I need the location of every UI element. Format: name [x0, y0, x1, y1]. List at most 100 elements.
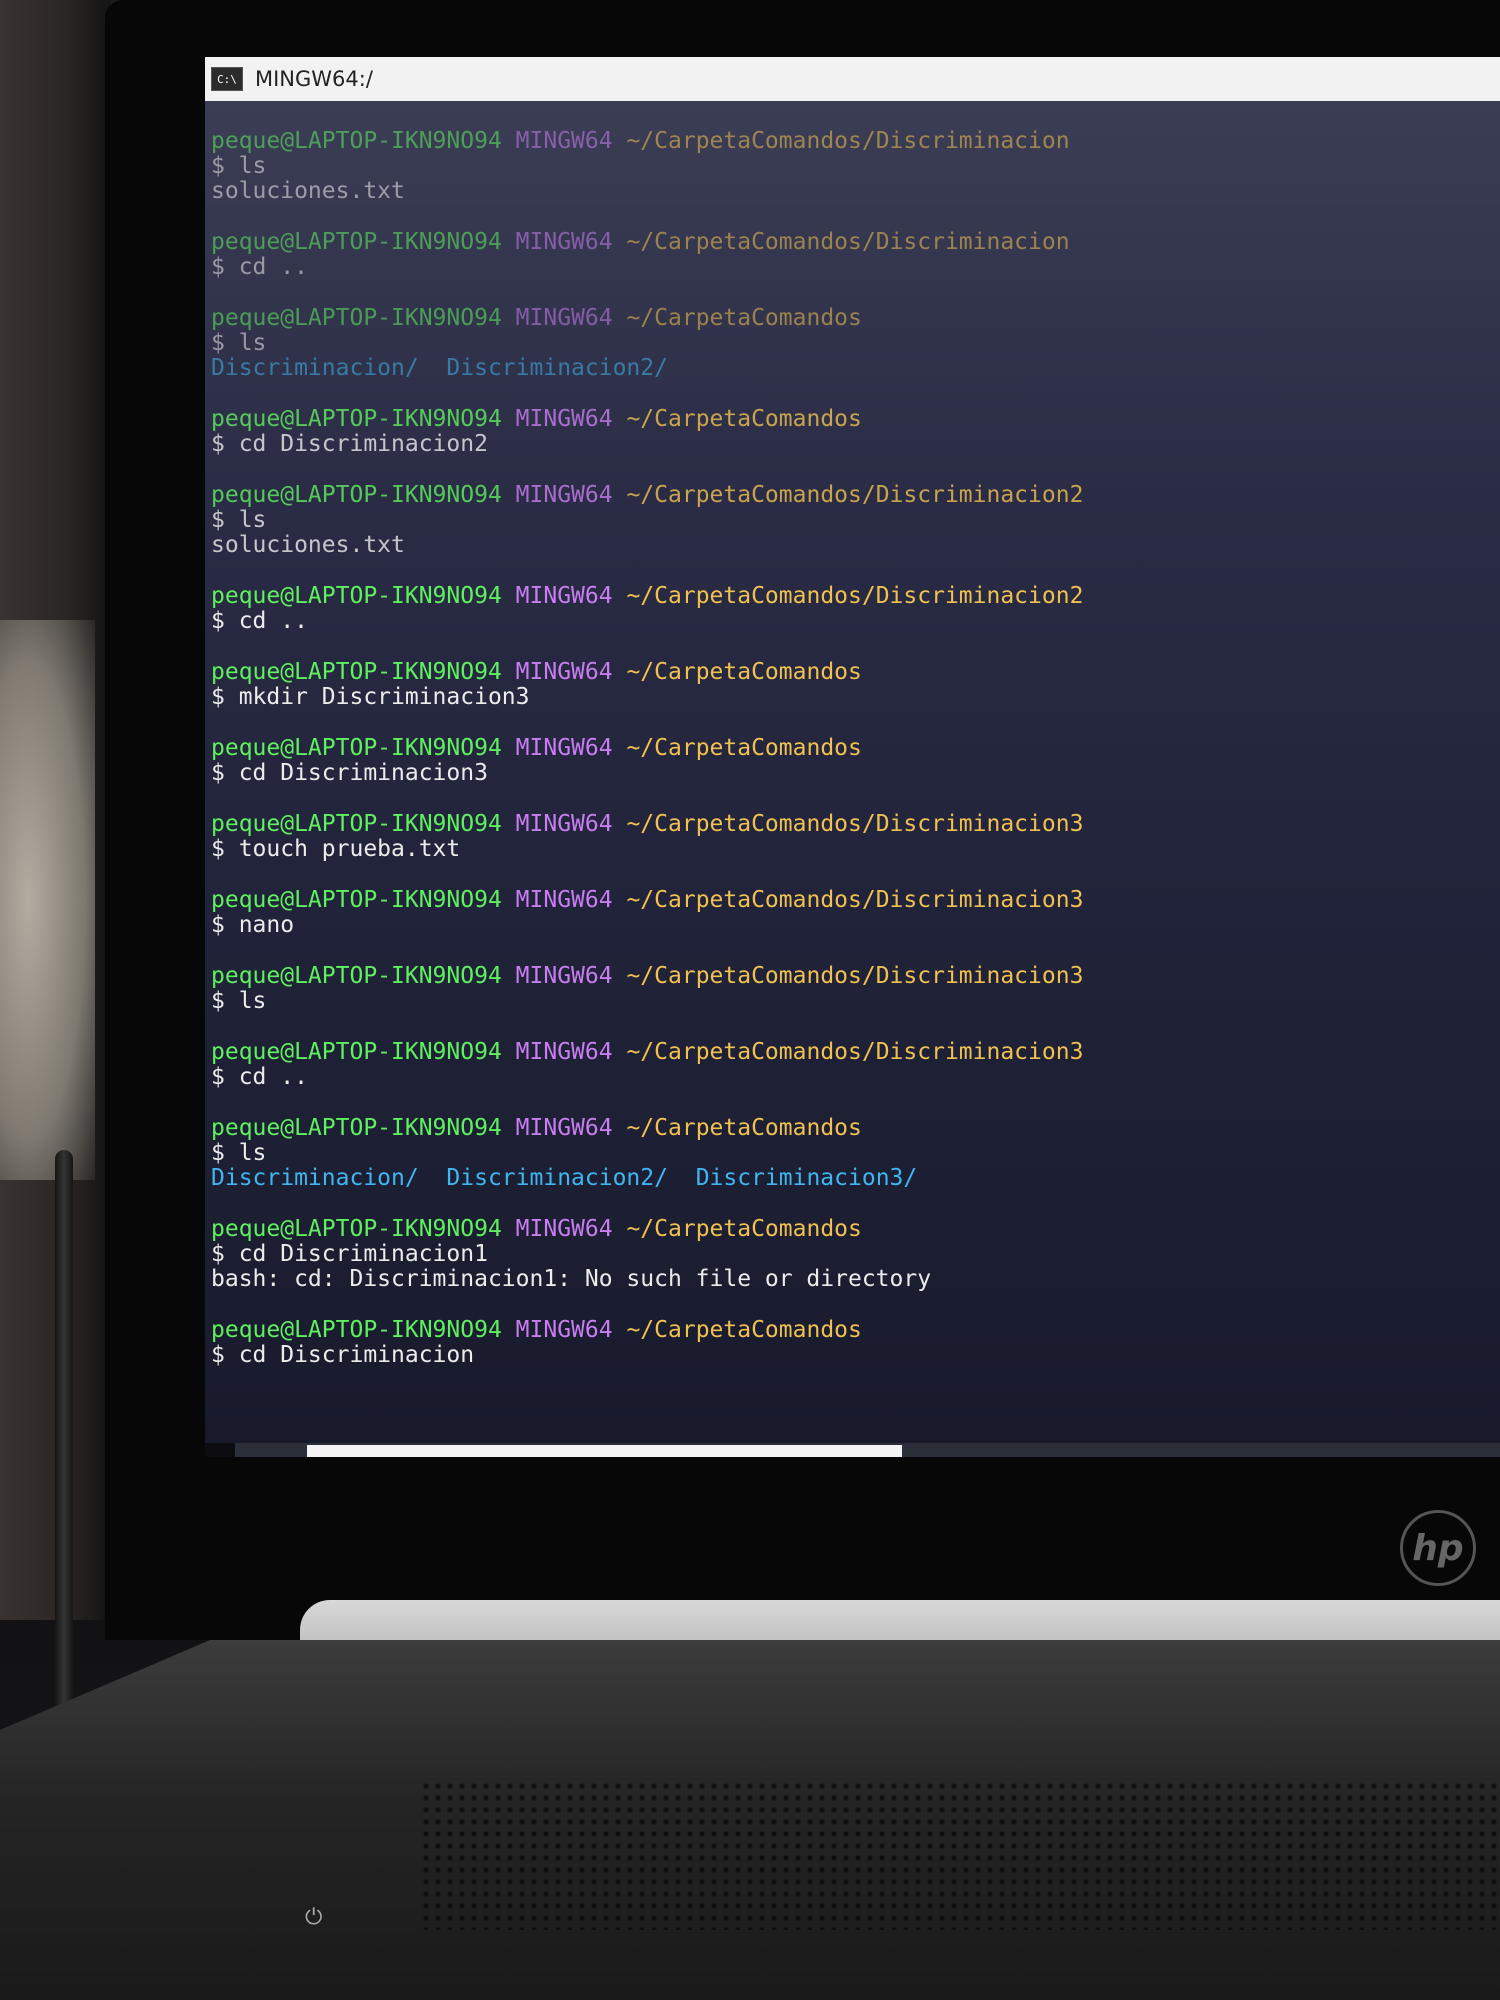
prompt-system: MINGW64: [515, 887, 613, 913]
terminal-command: $ cd ..: [211, 254, 308, 280]
windows-taskbar: ⌕: [235, 1443, 1500, 1457]
taskbar-search-input[interactable]: ⌕: [307, 1445, 902, 1457]
prompt-user: peque@LAPTOP-IKN9NO94: [211, 1039, 502, 1065]
terminal-prompt: peque@LAPTOP-IKN9NO94 MINGW64 ~/CarpetaC…: [211, 1040, 1494, 1065]
file-explorer-button[interactable]: [1256, 1445, 1322, 1457]
terminal-block: peque@LAPTOP-IKN9NO94 MINGW64 ~/CarpetaC…: [211, 230, 1494, 280]
terminal-prompt: peque@LAPTOP-IKN9NO94 MINGW64 ~/CarpetaC…: [211, 964, 1494, 989]
store-button[interactable]: [1088, 1445, 1154, 1457]
start-button[interactable]: [235, 1443, 305, 1457]
prompt-user: peque@LAPTOP-IKN9NO94: [211, 735, 502, 761]
terminal-prompt: peque@LAPTOP-IKN9NO94 MINGW64 ~/CarpetaC…: [211, 483, 1494, 508]
prompt-system: MINGW64: [515, 128, 613, 154]
terminal-command: $ cd Discriminacion2: [211, 431, 488, 457]
terminal-block: peque@LAPTOP-IKN9NO94 MINGW64 ~/CarpetaC…: [211, 660, 1494, 710]
directory-entry: Discriminacion/: [211, 355, 419, 381]
terminal-block: peque@LAPTOP-IKN9NO94 MINGW64 ~/CarpetaC…: [211, 736, 1494, 786]
prompt-path: ~/CarpetaComandos/Discriminacion3: [626, 887, 1084, 913]
prompt-system: MINGW64: [515, 482, 613, 508]
prompt-system: MINGW64: [515, 583, 613, 609]
terminal-command: $ cd ..: [211, 608, 308, 634]
terminal-block: peque@LAPTOP-IKN9NO94 MINGW64 ~/CarpetaC…: [211, 129, 1494, 204]
terminal-block: peque@LAPTOP-IKN9NO94 MINGW64 ~/CarpetaC…: [211, 888, 1494, 938]
prompt-path: ~/CarpetaComandos: [626, 659, 862, 685]
terminal-prompt: peque@LAPTOP-IKN9NO94 MINGW64 ~/CarpetaC…: [211, 1116, 1494, 1141]
window-title: MINGW64:/: [255, 67, 373, 91]
prompt-user: peque@LAPTOP-IKN9NO94: [211, 305, 502, 331]
prompt-path: ~/CarpetaComandos/Discriminacion: [626, 128, 1070, 154]
directory-entry: Discriminacion2/: [446, 355, 668, 381]
prompt-path: ~/CarpetaComandos: [626, 406, 862, 432]
prompt-user: peque@LAPTOP-IKN9NO94: [211, 659, 502, 685]
prompt-path: ~/CarpetaComandos/Discriminacion2: [626, 482, 1084, 508]
terminal-block: peque@LAPTOP-IKN9NO94 MINGW64 ~/CarpetaC…: [211, 1217, 1494, 1292]
prompt-system: MINGW64: [515, 229, 613, 255]
terminal-command: $ ls: [211, 1140, 267, 1166]
terminal-block: peque@LAPTOP-IKN9NO94 MINGW64 ~/CarpetaC…: [211, 812, 1494, 862]
prompt-user: peque@LAPTOP-IKN9NO94: [211, 229, 502, 255]
prompt-path: ~/CarpetaComandos/Discriminacion3: [626, 811, 1084, 837]
terminal-window-icon: C:\: [211, 67, 243, 91]
terminal-prompt: peque@LAPTOP-IKN9NO94 MINGW64 ~/CarpetaC…: [211, 1318, 1494, 1343]
prompt-system: MINGW64: [515, 1216, 613, 1242]
prompt-system: MINGW64: [515, 963, 613, 989]
terminal-output[interactable]: peque@LAPTOP-IKN9NO94 MINGW64 ~/CarpetaC…: [205, 101, 1500, 1443]
prompt-user: peque@LAPTOP-IKN9NO94: [211, 128, 502, 154]
terminal-prompt: peque@LAPTOP-IKN9NO94 MINGW64 ~/CarpetaC…: [211, 407, 1494, 432]
visual-studio-button[interactable]: [1340, 1445, 1406, 1457]
prompt-path: ~/CarpetaComandos: [626, 1115, 862, 1141]
prompt-user: peque@LAPTOP-IKN9NO94: [211, 482, 502, 508]
prompt-path: ~/CarpetaComandos/Discriminacion2: [626, 583, 1084, 609]
power-icon: ⏻: [305, 1905, 323, 1930]
terminal-block: peque@LAPTOP-IKN9NO94 MINGW64 ~/CarpetaC…: [211, 1040, 1494, 1090]
directory-entry: Discriminacion3/: [695, 1165, 918, 1191]
directory-listing: Discriminacion/ Discriminacion2/: [211, 356, 1494, 381]
terminal-block: peque@LAPTOP-IKN9NO94 MINGW64 ~/CarpetaC…: [211, 1318, 1494, 1368]
terminal-block: peque@LAPTOP-IKN9NO94 MINGW64 ~/CarpetaC…: [211, 407, 1494, 457]
terminal-block: peque@LAPTOP-IKN9NO94 MINGW64 ~/CarpetaC…: [211, 1116, 1494, 1191]
terminal-command: $ touch prueba.txt: [211, 836, 461, 862]
prompt-path: ~/CarpetaComandos: [626, 1317, 862, 1343]
prompt-user: peque@LAPTOP-IKN9NO94: [211, 1216, 502, 1242]
speaker-grille: [420, 1780, 1500, 1930]
terminal-block: peque@LAPTOP-IKN9NO94 MINGW64 ~/CarpetaC…: [211, 306, 1494, 381]
mail-button[interactable]: [1172, 1445, 1238, 1457]
prompt-system: MINGW64: [515, 735, 613, 761]
prompt-system: MINGW64: [515, 406, 613, 432]
terminal-output-line: soluciones.txt: [211, 532, 405, 558]
terminal-prompt: peque@LAPTOP-IKN9NO94 MINGW64 ~/CarpetaC…: [211, 812, 1494, 837]
terminal-prompt: peque@LAPTOP-IKN9NO94 MINGW64 ~/CarpetaC…: [211, 1217, 1494, 1242]
prompt-path: ~/CarpetaComandos/Discriminacion: [626, 229, 1070, 255]
terminal-prompt: peque@LAPTOP-IKN9NO94 MINGW64 ~/CarpetaC…: [211, 736, 1494, 761]
directory-listing: Discriminacion/ Discriminacion2/ Discrim…: [211, 1166, 1494, 1191]
power-cable: [55, 1150, 73, 1730]
prompt-system: MINGW64: [515, 305, 613, 331]
cortana-button[interactable]: [920, 1445, 986, 1457]
window-titlebar[interactable]: C:\ MINGW64:/: [205, 57, 1500, 101]
prompt-user: peque@LAPTOP-IKN9NO94: [211, 1115, 502, 1141]
laptop-screen: C:\ MINGW64:/ peque@LAPTOP-IKN9NO94 MING…: [205, 57, 1500, 1457]
opera-button[interactable]: [1424, 1445, 1490, 1457]
prompt-path: ~/CarpetaComandos: [626, 735, 862, 761]
prompt-path: ~/CarpetaComandos/Discriminacion3: [626, 1039, 1084, 1065]
prompt-system: MINGW64: [515, 1115, 613, 1141]
prompt-user: peque@LAPTOP-IKN9NO94: [211, 583, 502, 609]
prompt-user: peque@LAPTOP-IKN9NO94: [211, 1317, 502, 1343]
terminal-command: $ mkdir Discriminacion3: [211, 684, 530, 710]
prompt-user: peque@LAPTOP-IKN9NO94: [211, 811, 502, 837]
terminal-command: $ ls: [211, 988, 267, 1014]
directory-entry: Discriminacion/: [211, 1165, 419, 1191]
terminal-prompt: peque@LAPTOP-IKN9NO94 MINGW64 ~/CarpetaC…: [211, 306, 1494, 331]
terminal-command: $ ls: [211, 507, 267, 533]
terminal-output-line: bash: cd: Discriminacion1: No such file …: [211, 1266, 932, 1292]
prompt-user: peque@LAPTOP-IKN9NO94: [211, 406, 502, 432]
terminal-block: peque@LAPTOP-IKN9NO94 MINGW64 ~/CarpetaC…: [211, 584, 1494, 634]
task-view-button[interactable]: [1004, 1445, 1070, 1457]
terminal-block: peque@LAPTOP-IKN9NO94 MINGW64 ~/CarpetaC…: [211, 964, 1494, 1014]
terminal-command: $ cd Discriminacion3: [211, 760, 488, 786]
prompt-user: peque@LAPTOP-IKN9NO94: [211, 963, 502, 989]
prompt-system: MINGW64: [515, 1317, 613, 1343]
terminal-prompt: peque@LAPTOP-IKN9NO94 MINGW64 ~/CarpetaC…: [211, 660, 1494, 685]
background-cushion: [0, 620, 95, 1180]
prompt-system: MINGW64: [515, 1039, 613, 1065]
